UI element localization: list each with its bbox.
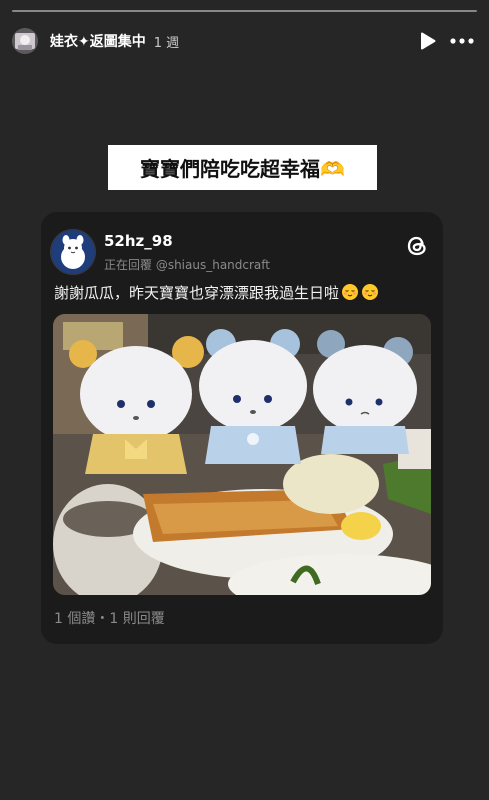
reply-to-label: 正在回覆 @shiaus_handcraft xyxy=(104,258,271,272)
threads-logo-icon[interactable] xyxy=(403,232,431,260)
story-header: 娃衣✦返圖集中 1 週 xyxy=(12,24,477,58)
story-caption: 寶寶們陪吃吃超幸福🫶 xyxy=(108,145,377,190)
threads-post-card[interactable]: 52hz_98 正在回覆 @shiaus_handcraft 謝謝瓜瓜，昨天寶寶… xyxy=(41,212,443,644)
post-text: 謝謝瓜瓜，昨天寶寶也穿漂漂跟我過生日啦 xyxy=(54,282,379,305)
play-icon[interactable] xyxy=(413,26,443,56)
post-photo[interactable] xyxy=(53,314,431,595)
post-stats[interactable]: 1 個讚・1 則回覆 xyxy=(54,608,165,628)
relieved-face-emoji xyxy=(361,283,379,305)
more-options-icon[interactable] xyxy=(447,26,477,56)
post-author-name[interactable]: 52hz_98 xyxy=(104,232,173,250)
relieved-face-emoji xyxy=(341,283,359,305)
progress-segment xyxy=(12,10,477,12)
post-text-content: 謝謝瓜瓜，昨天寶寶也穿漂漂跟我過生日啦 xyxy=(54,284,340,302)
story-timestamp: 1 週 xyxy=(153,35,180,51)
story-progress-bar xyxy=(12,10,477,12)
post-author-avatar[interactable] xyxy=(50,229,96,275)
story-username[interactable]: 娃衣✦返圖集中 xyxy=(50,31,146,51)
profile-avatar[interactable] xyxy=(12,28,38,54)
